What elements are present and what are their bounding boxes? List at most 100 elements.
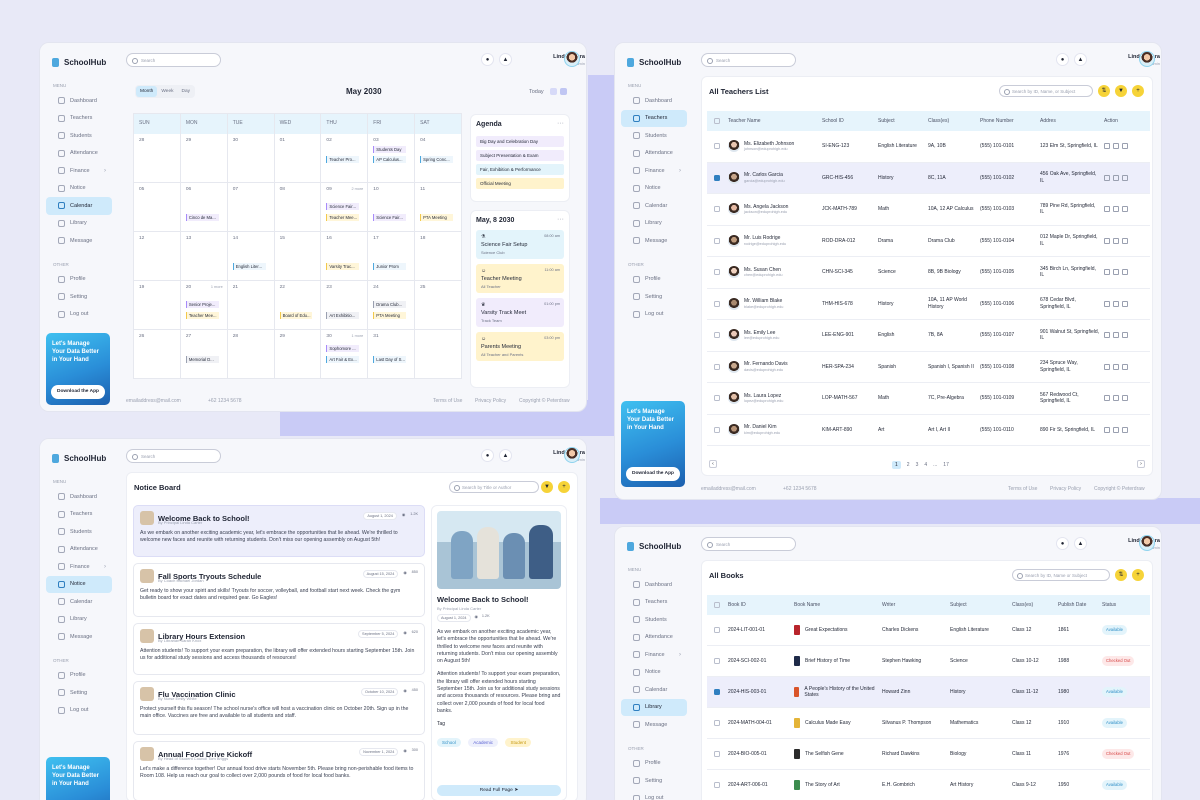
page-button[interactable]: 17 — [943, 462, 949, 468]
more-icon[interactable] — [1122, 363, 1128, 370]
sidebar-item-setting[interactable]: Setting — [621, 288, 687, 306]
sidebar-item-calendar[interactable]: Calendar — [621, 681, 687, 699]
sidebar-item-profile[interactable]: Profile — [46, 667, 112, 685]
day-cell[interactable]: 05 — [134, 183, 181, 232]
calendar-event[interactable]: PTA Meeting — [373, 312, 407, 319]
sidebar-item-students[interactable]: Students — [46, 523, 112, 541]
trash-icon[interactable] — [1113, 206, 1119, 213]
edit-icon[interactable] — [1104, 363, 1110, 370]
table-row[interactable]: Ms. Susan Chen chen@eduprohigh.edu CHN-SCI… — [707, 257, 1150, 289]
sidebar-item-library[interactable]: Library — [46, 215, 112, 233]
row-checkbox[interactable] — [714, 426, 720, 433]
app-logo[interactable]: SchoolHub — [615, 43, 693, 71]
day-cell[interactable]: 24 Drama Club... PTA Meeting — [368, 281, 416, 330]
day-cell[interactable] — [415, 330, 462, 379]
download-app-button[interactable]: Download the App — [51, 384, 105, 399]
day-cell[interactable]: 28 — [134, 134, 181, 183]
trash-icon[interactable] — [1113, 269, 1119, 276]
teacher-search-input[interactable]: Search by ID, Name, or Subject — [999, 85, 1093, 97]
notice-card[interactable]: Library Hours Extension By Librarian Sara… — [133, 623, 425, 675]
table-row[interactable]: Ms. Laura Lopez lopez@eduprohigh.edu LOP-M… — [707, 383, 1150, 415]
select-all-checkbox[interactable] — [714, 118, 720, 124]
app-logo[interactable]: SchoolHub — [40, 439, 118, 467]
chat-icon[interactable]: ● — [481, 53, 494, 66]
edit-icon[interactable] — [1104, 426, 1110, 433]
more-icon[interactable] — [1122, 143, 1128, 150]
notice-card[interactable]: Flu Vaccination Clinic By Nurse Emily Whi… — [133, 681, 425, 735]
calendar-event[interactable]: PTA Meeting — [420, 214, 453, 221]
calendar-event[interactable]: Sophomore ... — [326, 345, 360, 352]
more-icon[interactable] — [1122, 426, 1128, 433]
day-cell[interactable]: 10 Science Fair... — [368, 183, 416, 232]
day-cell[interactable]: 21 — [227, 281, 275, 330]
notice-search-input[interactable]: Search by Title or Author — [449, 481, 539, 493]
app-logo[interactable]: SchoolHub — [615, 527, 693, 555]
calendar-event[interactable]: Memorial D... — [185, 356, 219, 363]
day-cell[interactable]: 19 — [134, 281, 181, 330]
app-logo[interactable]: SchoolHub — [40, 43, 118, 71]
more-icon[interactable] — [1122, 300, 1128, 307]
row-checkbox[interactable] — [714, 720, 720, 726]
avatar[interactable] — [564, 447, 580, 463]
add-teacher-button[interactable]: + — [1132, 85, 1144, 97]
add-book-button[interactable]: + — [1132, 569, 1144, 581]
more-events-link[interactable]: 1 more — [351, 334, 363, 338]
view-day-button[interactable]: Day — [178, 86, 195, 97]
day-cell[interactable]: 09 2 more Science Fair... Teacher Mee... — [321, 183, 369, 232]
page-button[interactable]: 1 — [892, 461, 901, 469]
privacy-link[interactable]: Privacy Policy — [475, 398, 506, 404]
notice-card[interactable]: Fall Sports Tryouts Schedule By Coach Mic… — [133, 563, 425, 617]
today-button[interactable]: Today — [529, 89, 544, 95]
day-cell[interactable]: 03 Students Day AP Calculus... — [368, 134, 416, 183]
day-cell[interactable]: 11 PTA Meeting — [415, 183, 462, 232]
sidebar-item-setting[interactable]: Setting — [46, 684, 112, 702]
chat-icon[interactable]: ● — [481, 449, 494, 462]
sidebar-item-library[interactable]: Library — [621, 215, 687, 233]
edit-icon[interactable] — [1104, 143, 1110, 150]
sidebar-item-attendance[interactable]: Attendance — [621, 629, 687, 647]
calendar-event[interactable]: English Liter... — [232, 263, 266, 270]
day-cell[interactable]: 23 Art Exhibitio... — [321, 281, 369, 330]
sidebar-item-finance[interactable]: Finance › — [621, 162, 687, 180]
row-checkbox[interactable] — [714, 237, 720, 244]
table-row[interactable]: Mr. William Blake blake@eduprohigh.edu THM… — [707, 289, 1150, 320]
notice-card[interactable]: Annual Food Drive Kickoff By Head of Stud… — [133, 741, 425, 800]
sidebar-item-message[interactable]: Message — [621, 232, 687, 250]
table-row[interactable]: Ms. Elizabeth Johnson johnson@eduprohigh.… — [707, 131, 1150, 163]
select-all-checkbox[interactable] — [714, 602, 720, 608]
agenda-card[interactable]: ♛ 01:00 pm Varsity Track Meet Track Team — [476, 298, 564, 327]
table-row[interactable]: Ms. Angela Jackson jackson@eduprohigh.edu… — [707, 194, 1150, 226]
trash-icon[interactable] — [1113, 426, 1119, 433]
more-icon[interactable] — [1122, 237, 1128, 244]
trash-icon[interactable] — [1113, 143, 1119, 150]
sidebar-item-profile[interactable]: Profile — [621, 755, 687, 773]
row-checkbox[interactable] — [714, 395, 720, 402]
bell-icon[interactable]: ▲ — [1074, 53, 1087, 66]
more-icon[interactable] — [1122, 332, 1128, 339]
avatar[interactable] — [564, 51, 580, 67]
footer-email[interactable]: emailaddress@mail.com — [701, 486, 756, 492]
day-cell[interactable]: 26 — [134, 330, 181, 379]
row-checkbox[interactable] — [714, 174, 720, 181]
notice-card[interactable]: Welcome Back to School! By Principal Lind… — [133, 505, 425, 557]
row-checkbox[interactable] — [714, 363, 720, 370]
search-input[interactable]: Search — [126, 53, 221, 67]
trash-icon[interactable] — [1113, 174, 1119, 181]
view-week-button[interactable]: Week — [157, 86, 177, 97]
more-icon[interactable] — [1122, 395, 1128, 402]
table-row[interactable]: Mr. Fernando Davis davis@eduprohigh.edu HE… — [707, 352, 1150, 383]
next-icon[interactable] — [560, 88, 567, 95]
more-icon[interactable] — [1122, 174, 1128, 181]
calendar-event[interactable]: AP Calculus... — [373, 156, 407, 163]
sidebar-item-profile[interactable]: Profile — [621, 271, 687, 289]
row-checkbox[interactable] — [714, 782, 720, 788]
row-checkbox[interactable] — [714, 300, 720, 307]
calendar-event[interactable]: Teacher Mee... — [185, 312, 219, 319]
day-cell[interactable]: 16 Varsity Trac... — [321, 232, 369, 281]
sidebar-item-logout[interactable]: Log out — [46, 702, 112, 720]
table-row[interactable]: 2024-MATH-004-01 Calculus Made Easy Silvan… — [707, 708, 1150, 739]
sidebar-item-logout[interactable]: Log out — [621, 790, 687, 800]
privacy-link[interactable]: Privacy Policy — [1050, 486, 1081, 492]
calendar-event[interactable]: Last Day of S... — [373, 356, 407, 363]
row-checkbox[interactable] — [714, 751, 720, 757]
